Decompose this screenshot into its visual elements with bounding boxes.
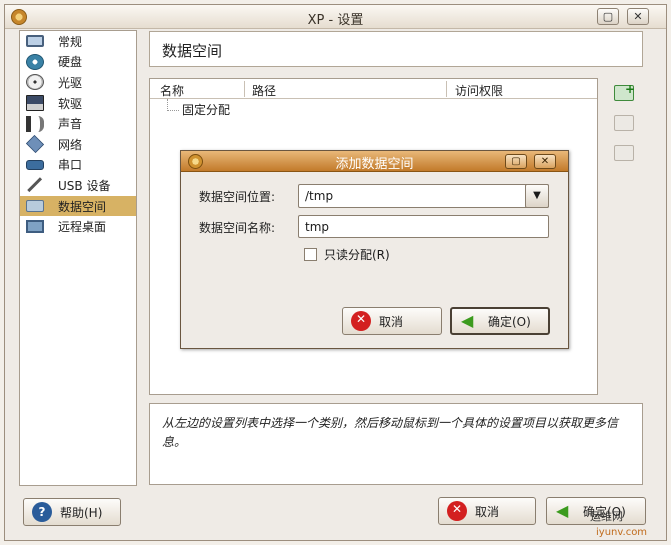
chevron-down-icon[interactable]: ▼: [525, 184, 549, 208]
sidebar-item-audio[interactable]: 声音: [20, 113, 136, 134]
sidebar-item-floppy[interactable]: 软驱: [20, 93, 136, 114]
folder-toolbar: [614, 82, 638, 175]
page-header: 数据空间: [149, 31, 643, 67]
cancel-icon: [351, 311, 371, 331]
remote-display-icon: [26, 220, 44, 234]
sidebar-item-label: 网络: [58, 137, 83, 152]
window-title: XP - 设置: [307, 13, 364, 28]
title-bar[interactable]: XP - 设置 ▢ ✕: [5, 5, 666, 29]
usb-icon: [27, 177, 43, 194]
list-header: 名称 路径 访问权限: [150, 79, 597, 99]
hard-disk-icon: [26, 53, 44, 70]
column-divider[interactable]: [244, 81, 245, 97]
ok-icon: [555, 501, 575, 521]
maximize-button[interactable]: ▢: [597, 8, 619, 25]
cancel-icon: [447, 501, 467, 521]
cd-rom-icon: [26, 74, 44, 91]
cancel-button[interactable]: 取消: [438, 497, 536, 525]
watermark-url: iyunv.com: [596, 527, 648, 538]
sidebar-item-label: 硬盘: [58, 55, 83, 70]
dialog-title-bar[interactable]: 添加数据空间 ▢ ✕: [181, 151, 568, 172]
column-header-access[interactable]: 访问权限: [455, 82, 503, 99]
column-header-path[interactable]: 路径: [252, 82, 276, 99]
sidebar-item-label: 远程桌面: [58, 220, 107, 235]
close-button[interactable]: ✕: [627, 8, 649, 25]
help-icon: ?: [32, 502, 52, 522]
sidebar-item-shared-folders[interactable]: 数据空间: [20, 195, 136, 217]
column-header-name[interactable]: 名称: [160, 82, 184, 99]
readonly-checkbox-label[interactable]: 只读分配(R): [324, 246, 390, 263]
readonly-checkbox[interactable]: [304, 248, 317, 261]
sidebar-item-cd-rom[interactable]: 光驱: [20, 72, 136, 93]
sidebar-item-label: USB 设备: [58, 178, 111, 193]
sidebar-item-serial-port[interactable]: 串口: [20, 155, 136, 176]
sidebar-item-remote-display[interactable]: 远程桌面: [20, 216, 136, 237]
sidebar-item-hard-disk[interactable]: 硬盘: [20, 52, 136, 73]
help-button[interactable]: ? 帮助(H): [23, 498, 121, 526]
column-divider[interactable]: [446, 81, 447, 97]
folder-path-select[interactable]: /tmp ▼: [298, 184, 549, 208]
page-title: 数据空间: [162, 42, 223, 60]
settings-category-list[interactable]: 常规 硬盘 光驱 软驱 声音 网络 串口 USB 设备 数据空间 远程桌面: [19, 30, 137, 486]
computer-icon: [26, 35, 44, 48]
sidebar-item-label: 数据空间: [58, 199, 107, 214]
sidebar-item-label: 声音: [58, 117, 83, 132]
folder-name-input[interactable]: tmp: [298, 215, 549, 238]
tree-connector: [167, 99, 179, 111]
dialog-maximize-button[interactable]: ▢: [505, 154, 527, 169]
folder-path-label: 数据空间位置:: [199, 190, 276, 204]
sidebar-item-label: 软驱: [58, 96, 83, 111]
sidebar-item-label: 常规: [58, 34, 83, 49]
folder-path-value: /tmp: [305, 189, 334, 203]
help-button-label: 帮助(H): [60, 505, 103, 520]
cancel-button-label: 取消: [475, 504, 500, 519]
add-shared-folder-dialog: 添加数据空间 ▢ ✕ 数据空间位置: /tmp ▼ 数据空间名称: tmp 只读…: [180, 150, 569, 349]
sidebar-item-label: 光驱: [58, 75, 83, 90]
sidebar-item-general[interactable]: 常规: [20, 31, 136, 52]
edit-folder-icon[interactable]: [614, 115, 634, 131]
dialog-close-button[interactable]: ✕: [534, 154, 556, 169]
dialog-ok-label: 确定(O): [488, 314, 531, 329]
dialog-cancel-label: 取消: [379, 314, 404, 329]
add-folder-icon[interactable]: [614, 82, 635, 101]
watermark-text: 运维网: [590, 510, 623, 523]
audio-icon: [26, 115, 44, 132]
floppy-icon: [26, 95, 44, 112]
shared-folder-icon: [26, 200, 44, 213]
sidebar-item-label: 串口: [58, 158, 83, 173]
serial-port-icon: [26, 159, 44, 170]
network-icon: [25, 135, 45, 154]
dialog-cancel-button[interactable]: 取消: [342, 307, 442, 335]
ok-icon: [460, 311, 480, 331]
sidebar-item-network[interactable]: 网络: [20, 134, 136, 155]
dialog-ok-button[interactable]: 确定(O): [450, 307, 550, 335]
info-text: 从左边的设置列表中选择一个类别，然后移动鼠标到一个具体的设置项目以获取更多信息。: [162, 416, 619, 449]
tree-item-fixed[interactable]: 固定分配: [182, 101, 230, 118]
folder-name-label: 数据空间名称:: [199, 221, 276, 235]
remove-folder-icon[interactable]: [614, 145, 634, 161]
info-panel: 从左边的设置列表中选择一个类别，然后移动鼠标到一个具体的设置项目以获取更多信息。: [149, 403, 643, 485]
sidebar-item-usb[interactable]: USB 设备: [20, 175, 136, 196]
